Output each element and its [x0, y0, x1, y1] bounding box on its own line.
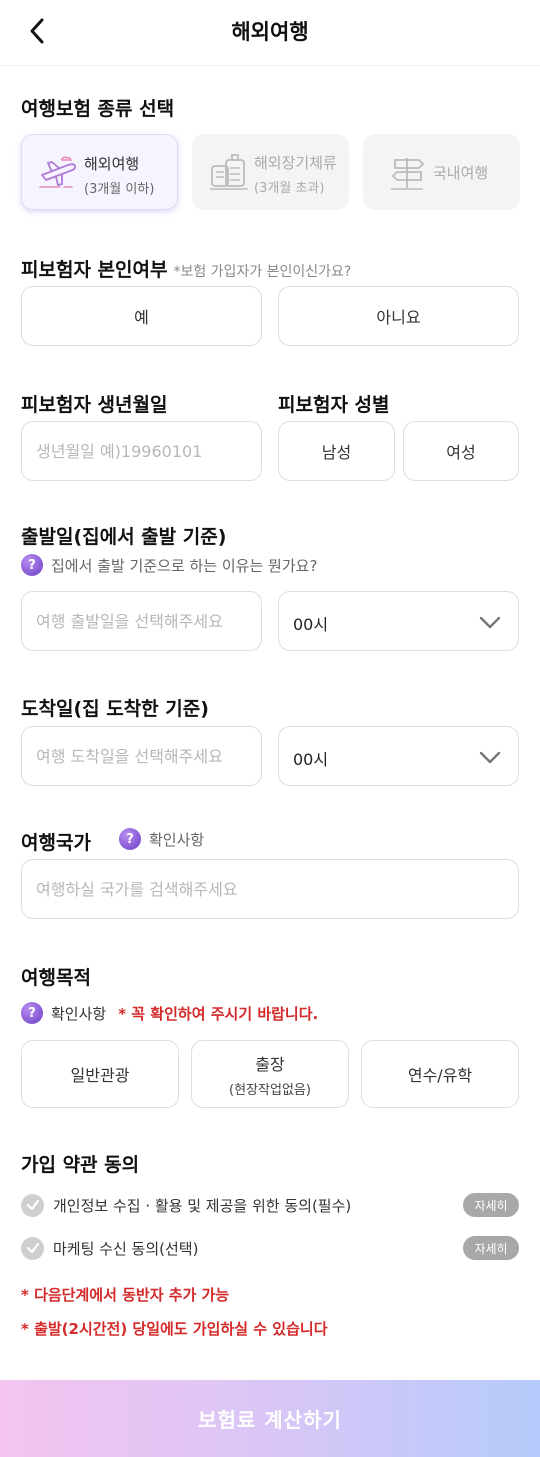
country-title: 여행국가: [21, 832, 91, 854]
signpost-icon: [391, 158, 425, 190]
privacy-checkbox[interactable]: [21, 1193, 44, 1217]
terms-row-privacy: 개인정보 수집 · 활용 및 제공을 위한 동의(필수) 자세히: [21, 1192, 519, 1218]
button-label: 출장: [255, 1054, 285, 1074]
arrival-hour-select[interactable]: 00시: [278, 726, 519, 786]
notice-companion: * 다음단계에서 동반자 추가 가능: [21, 1286, 230, 1304]
insured-self-hint: *보험 가입자가 본인이신가요?: [173, 264, 352, 280]
country-search-input[interactable]: [21, 859, 519, 919]
type-label: 해외장기체류: [254, 154, 337, 172]
terms-title: 가입 약관 동의: [21, 1154, 140, 1176]
purpose-title: 여행목적: [21, 967, 91, 989]
type-label: 해외여행: [84, 155, 140, 173]
page-title: 해외여행: [231, 20, 309, 44]
arrival-title: 도착일(집 도착한 기준): [21, 698, 209, 720]
purpose-help-link[interactable]: ? 확인사항 * 꼭 확인하여 주시기 바랍니다.: [21, 1002, 318, 1024]
departure-title: 출발일(집에서 출발 기준): [21, 526, 227, 548]
departure-hour-value: 00시: [293, 615, 329, 634]
type-label: 국내여행: [433, 164, 489, 182]
gender-title: 피보험자 성별: [278, 394, 390, 416]
question-icon: ?: [21, 554, 43, 576]
airplane-icon: [39, 156, 77, 188]
privacy-detail-button[interactable]: 자세히: [463, 1193, 519, 1217]
insured-self-title: 피보험자 본인여부 *보험 가입자가 본인이신가요?: [21, 255, 351, 282]
birth-date-input[interactable]: [21, 421, 262, 481]
luggage-icon: [210, 154, 248, 190]
notice-same-day: * 출발(2시간전) 당일에도 가입하실 수 있습니다: [21, 1320, 328, 1338]
insured-self-no-button[interactable]: 아니요: [278, 286, 519, 346]
button-label: 여성: [446, 443, 476, 462]
type-sub: (3개월 초과): [254, 181, 325, 196]
gender-male-button[interactable]: 남성: [278, 421, 395, 481]
arrival-hour-value: 00시: [293, 750, 329, 769]
purpose-help-text: 확인사항: [51, 1004, 107, 1023]
type-sub: (3개월 이하): [84, 182, 155, 197]
birth-title: 피보험자 생년월일: [21, 394, 168, 416]
departure-date-input[interactable]: [21, 591, 262, 651]
country-help-text: 확인사항: [149, 830, 205, 849]
purpose-study-button[interactable]: 연수/유학: [361, 1040, 519, 1108]
type-card-domestic[interactable]: 국내여행: [363, 134, 520, 210]
type-card-long-stay[interactable]: 해외장기체류 (3개월 초과): [192, 134, 349, 210]
button-label: 아니요: [376, 308, 421, 327]
insurance-type-title: 여행보험 종류 선택: [21, 98, 175, 120]
type-card-overseas[interactable]: 해외여행 (3개월 이하): [21, 134, 178, 210]
button-label: 예: [134, 308, 149, 327]
question-icon: ?: [119, 828, 141, 850]
marketing-consent-label: 마케팅 수신 동의(선택): [53, 1239, 199, 1258]
departure-help-link[interactable]: ? 집에서 출발 기준으로 하는 이유는 뭔가요?: [21, 554, 317, 576]
button-label: 남성: [321, 443, 352, 462]
chevron-down-icon: [479, 751, 501, 764]
marketing-detail-button[interactable]: 자세히: [463, 1236, 519, 1260]
purpose-warning: * 꼭 확인하여 주시기 바랍니다.: [118, 1004, 319, 1023]
purpose-sightseeing-button[interactable]: 일반관광: [21, 1040, 179, 1108]
marketing-checkbox[interactable]: [21, 1236, 44, 1260]
purpose-business-button[interactable]: 출장 (현장작업없음): [191, 1040, 349, 1108]
insured-self-title-text: 피보험자 본인여부: [21, 259, 168, 281]
country-help-link[interactable]: ? 확인사항: [119, 828, 204, 850]
app-header: 해외여행: [0, 0, 540, 66]
terms-row-marketing: 마케팅 수신 동의(선택) 자세히: [21, 1235, 519, 1261]
arrival-date-input[interactable]: [21, 726, 262, 786]
cta-label: 보험료 계산하기: [198, 1408, 342, 1432]
check-icon: [26, 1242, 39, 1254]
calculate-premium-button[interactable]: 보험료 계산하기: [0, 1380, 540, 1457]
button-label: 일반관광: [70, 1066, 130, 1085]
departure-help-text: 집에서 출발 기준으로 하는 이유는 뭔가요?: [51, 556, 318, 575]
departure-hour-select[interactable]: 00시: [278, 591, 519, 651]
chevron-down-icon: [479, 616, 501, 629]
gender-female-button[interactable]: 여성: [403, 421, 519, 481]
privacy-consent-label: 개인정보 수집 · 활용 및 제공을 위한 동의(필수): [53, 1196, 352, 1215]
button-label: 연수/유학: [407, 1066, 473, 1085]
question-icon: ?: [21, 1002, 43, 1024]
insured-self-yes-button[interactable]: 예: [21, 286, 262, 346]
check-icon: [26, 1199, 39, 1211]
button-sublabel: (현장작업없음): [229, 1082, 311, 1098]
